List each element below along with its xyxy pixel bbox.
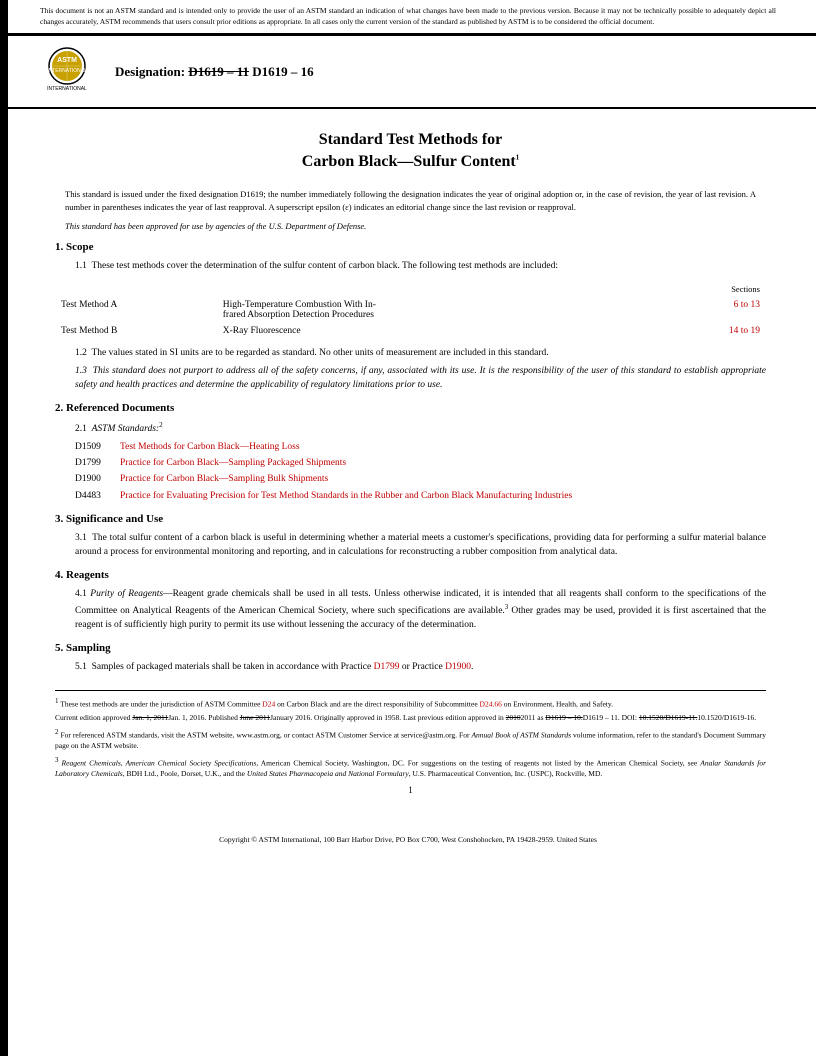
section-5-number: 5.: [55, 642, 63, 654]
page-number-text: 1: [408, 785, 413, 795]
significance-para1-text: The total sulfur content of a carbon bla…: [75, 533, 766, 557]
significance-para1-num: 3.1: [75, 533, 87, 543]
ref-list: D1509 Test Methods for Carbon Black—Heat…: [75, 441, 766, 503]
ref-d1799-num: D1799: [75, 457, 120, 470]
reagents-para1-num: 4.1: [75, 589, 87, 599]
section-1-title: Scope: [66, 241, 94, 253]
sampling-or: or Practice: [402, 662, 443, 672]
footnote-1: 1 These test methods are under the juris…: [55, 696, 766, 710]
significance-para1: 3.1 The total sulfur content of a carbon…: [75, 531, 766, 560]
scope-para3: 1.3 This standard does not purport to ad…: [75, 364, 766, 393]
page: This document is not an ASTM standard an…: [0, 0, 816, 1056]
scope-para2: 1.2 The values stated in SI units are to…: [75, 346, 766, 360]
top-notice-text: This document is not an ASTM standard an…: [40, 6, 776, 26]
title-superscript: 1: [516, 154, 520, 162]
ref-docs-num: 2.1: [75, 424, 87, 434]
test-method-a-sections: 6 to 13: [636, 298, 764, 322]
ref-docs-label: ASTM Standards:: [92, 424, 159, 434]
test-method-a-row: Test Method A High-Temperature Combustio…: [57, 298, 764, 322]
ref-d1509-num: D1509: [75, 441, 120, 454]
sampling-link2[interactable]: D1900: [445, 662, 471, 672]
intro-box: This standard is issued under the fixed …: [65, 188, 756, 214]
section-1-heading: 1. Scope: [55, 241, 766, 253]
fn1-link1[interactable]: D24: [262, 699, 275, 708]
sections-col-header: Sections: [636, 282, 764, 296]
left-bar: [0, 0, 8, 1056]
ref-item-d4483: D4483 Practice for Evaluating Precision …: [75, 490, 766, 503]
svg-text:INTERNATIONAL: INTERNATIONAL: [47, 86, 87, 92]
section-3-number: 3.: [55, 513, 63, 525]
footnote-2: 2 For referenced ASTM standards, visit t…: [55, 727, 766, 752]
section-4-title: Reagents: [66, 569, 109, 581]
ref-d1900-text[interactable]: Practice for Carbon Black—Sampling Bulk …: [120, 473, 766, 486]
reagents-para1: 4.1 Purity of Reagents—Reagent grade che…: [75, 587, 766, 632]
section-3-title: Significance and Use: [66, 513, 163, 525]
ref-item-d1900: D1900 Practice for Carbon Black—Sampling…: [75, 473, 766, 486]
intro-italic: This standard has been approved for use …: [65, 221, 756, 231]
title-line1: Standard Test Methods for: [319, 131, 503, 148]
scope-para1-text: These test methods cover the determinati…: [91, 261, 558, 271]
top-notice: This document is not an ASTM standard an…: [0, 0, 816, 33]
scope-para2-num: 1.2: [75, 348, 87, 358]
section-4-heading: 4. Reagents: [55, 569, 766, 581]
section-2-number: 2.: [55, 402, 63, 414]
scope-para1: 1.1 These test methods cover the determi…: [75, 259, 766, 273]
section-3-heading: 3. Significance and Use: [55, 513, 766, 525]
fn1-link2[interactable]: D24.66: [480, 699, 502, 708]
designation-old: D1619 – 11: [188, 64, 249, 79]
test-method-b-sections: 14 to 19: [636, 324, 764, 338]
ref-item-d1799: D1799 Practice for Carbon Black—Sampling…: [75, 457, 766, 470]
sampling-para1-text: Samples of packaged materials shall be t…: [92, 662, 372, 672]
test-method-a-desc: High-Temperature Combustion With In-frar…: [219, 298, 634, 322]
ref-d1900-num: D1900: [75, 473, 120, 486]
logo-area: ASTM INTERNATIONAL INTERNATIONAL: [40, 44, 95, 99]
test-method-b-label: Test Method B: [57, 324, 217, 338]
section-1-number: 1.: [55, 241, 63, 253]
ref-docs-para1: 2.1 ASTM Standards:2: [75, 420, 766, 436]
designation-area: Designation: D1619 – 11 D1619 – 16: [115, 64, 776, 80]
intro-italic-text: This standard has been approved for use …: [65, 221, 366, 231]
sections-header-row: Sections: [57, 282, 764, 296]
section-5-title: Sampling: [66, 642, 111, 654]
section-4-number: 4.: [55, 569, 63, 581]
scope-para1-num: 1.1: [75, 261, 87, 271]
page-number: 1: [55, 785, 766, 795]
title-line2: Carbon Black—Sulfur Content: [302, 153, 516, 170]
ref-d4483-num: D4483: [75, 490, 120, 503]
ref-d1799-text[interactable]: Practice for Carbon Black—Sampling Packa…: [120, 457, 766, 470]
section-2-title: Referenced Documents: [66, 402, 174, 414]
designation-label: Designation:: [115, 64, 185, 79]
footnote-3: 3 Reagent Chemicals, American Chemical S…: [55, 755, 766, 780]
test-method-b-row: Test Method B X-Ray Fluorescence 14 to 1…: [57, 324, 764, 338]
section-2-heading: 2. Referenced Documents: [55, 402, 766, 414]
main-content: Standard Test Methods for Carbon Black—S…: [0, 109, 816, 815]
test-methods-table: Sections Test Method A High-Temperature …: [55, 280, 766, 340]
reagents-para1-label: Purity of Reagents: [90, 589, 163, 599]
sampling-para1-num: 5.1: [75, 662, 87, 672]
test-method-b-desc: X-Ray Fluorescence: [219, 324, 634, 338]
scope-para3-num: 1.3: [75, 366, 87, 376]
copyright-line: Copyright © ASTM International, 100 Barr…: [0, 830, 816, 849]
section-5-heading: 5. Sampling: [55, 642, 766, 654]
scope-para3-text: This standard does not purport to addres…: [75, 366, 766, 390]
sampling-para1: 5.1 Samples of packaged materials shall …: [75, 660, 766, 674]
document-header: ASTM INTERNATIONAL INTERNATIONAL Designa…: [0, 33, 816, 109]
ref-item-d1509: D1509 Test Methods for Carbon Black—Heat…: [75, 441, 766, 454]
footnote-1-current: Current edition approved Jan. 1, 2011Jan…: [55, 712, 766, 723]
designation-new: D1619 – 16: [252, 64, 313, 79]
document-title: Standard Test Methods for Carbon Black—S…: [55, 129, 766, 174]
ref-d1509-text[interactable]: Test Methods for Carbon Black—Heating Lo…: [120, 441, 766, 454]
test-method-a-link[interactable]: 6 to 13: [734, 300, 760, 310]
ref-d4483-text[interactable]: Practice for Evaluating Precision for Te…: [120, 490, 766, 503]
ref-docs-superscript: 2: [159, 421, 163, 429]
astm-logo: ASTM INTERNATIONAL INTERNATIONAL: [40, 44, 95, 99]
intro-text: This standard is issued under the fixed …: [65, 189, 756, 212]
scope-para2-text: The values stated in SI units are to be …: [91, 348, 548, 358]
footnotes: 1 These test methods are under the juris…: [55, 690, 766, 780]
copyright-text: Copyright © ASTM International, 100 Barr…: [219, 835, 597, 844]
test-method-b-link[interactable]: 14 to 19: [729, 326, 760, 336]
sampling-link1[interactable]: D1799: [374, 662, 400, 672]
sampling-end: .: [471, 662, 473, 672]
test-method-a-label: Test Method A: [57, 298, 217, 322]
